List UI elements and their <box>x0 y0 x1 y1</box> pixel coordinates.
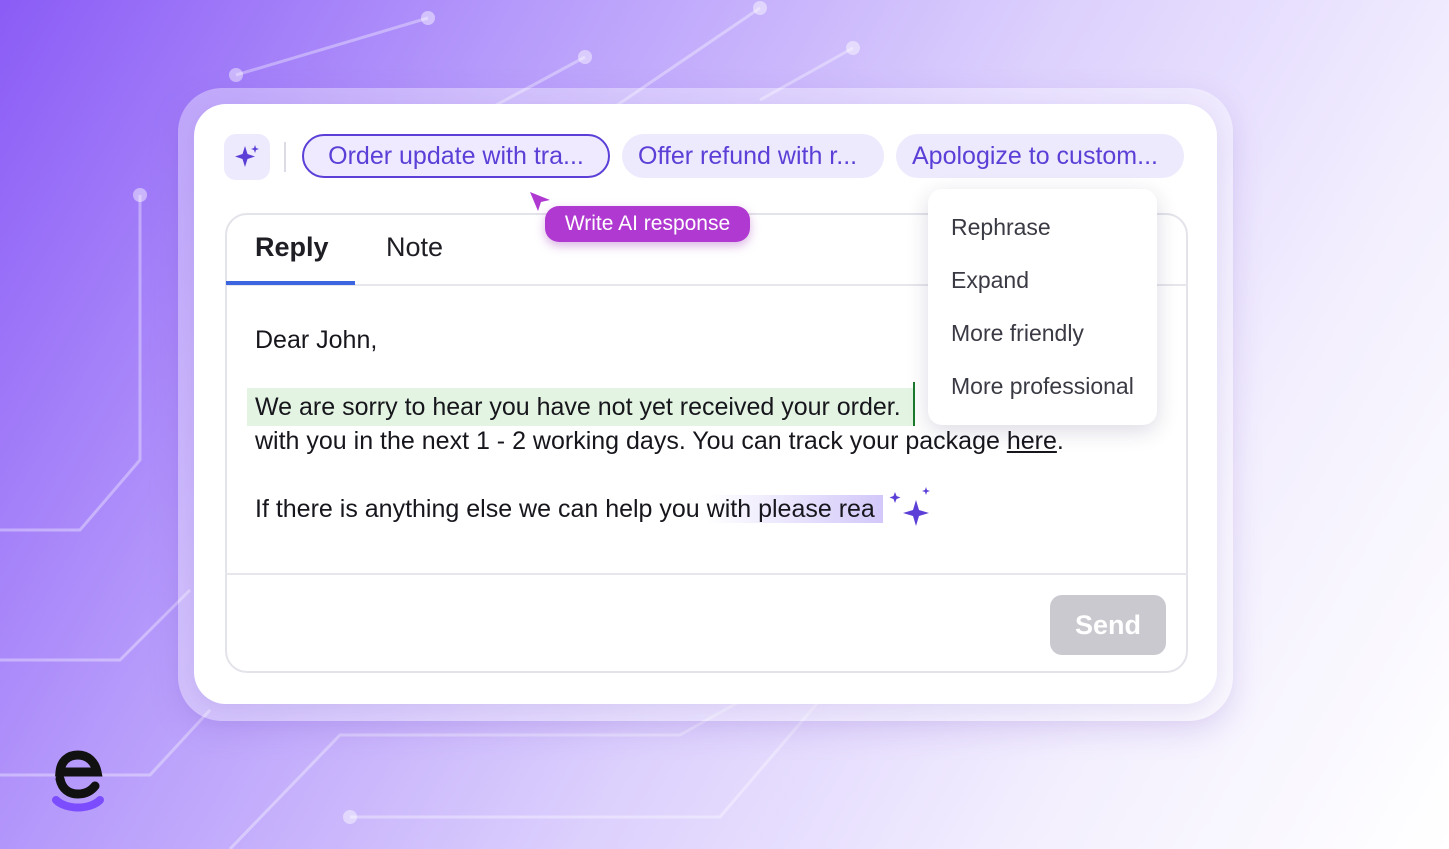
generating-text: with please rea <box>706 495 883 523</box>
message-line-generating[interactable]: If there is anything else we can help yo… <box>255 495 883 524</box>
message-greeting[interactable]: Dear John, <box>255 326 377 355</box>
suggestion-chip-apologize[interactable]: Apologize to custom... <box>896 134 1184 178</box>
suggestion-chip-label: Apologize to custom... <box>912 141 1158 170</box>
toolbar-divider <box>284 142 286 172</box>
menu-item-expand[interactable]: Expand <box>951 267 1029 294</box>
active-tab-indicator <box>226 281 355 285</box>
suggestion-chip-order-update[interactable]: Order update with tra... <box>302 134 610 178</box>
suggestion-chip-label: Offer refund with r... <box>638 141 858 170</box>
editor-footer-divider <box>226 573 1187 575</box>
brand-logo-icon <box>52 750 104 812</box>
ai-sparkle-button[interactable] <box>224 134 270 180</box>
message-line-text: If there is anything else we can help yo… <box>255 495 707 523</box>
highlighted-sentence[interactable]: We are sorry to hear you have not yet re… <box>255 393 901 422</box>
suggestion-chip-label: Order update with tra... <box>328 141 584 170</box>
menu-item-more-friendly[interactable]: More friendly <box>951 320 1084 347</box>
send-button[interactable]: Send <box>1050 595 1166 655</box>
menu-item-rephrase[interactable]: Rephrase <box>951 214 1051 241</box>
text-caret <box>913 382 915 426</box>
menu-item-more-professional[interactable]: More professional <box>951 373 1134 400</box>
ai-generating-sparkle-icon <box>889 487 930 526</box>
suggestion-chip-offer-refund[interactable]: Offer refund with r... <box>622 134 884 178</box>
tracking-link[interactable]: here <box>1007 427 1057 455</box>
message-line-end: . <box>1056 427 1064 455</box>
message-line-tracking[interactable]: with you in the next 1 - 2 working days.… <box>255 427 1064 456</box>
write-ai-response-tooltip: Write AI response <box>545 206 750 242</box>
tab-note[interactable]: Note <box>386 232 443 263</box>
message-line-text: with you in the next 1 - 2 working days.… <box>255 427 1007 455</box>
tab-reply[interactable]: Reply <box>255 232 329 263</box>
sparkle-icon <box>235 145 259 167</box>
